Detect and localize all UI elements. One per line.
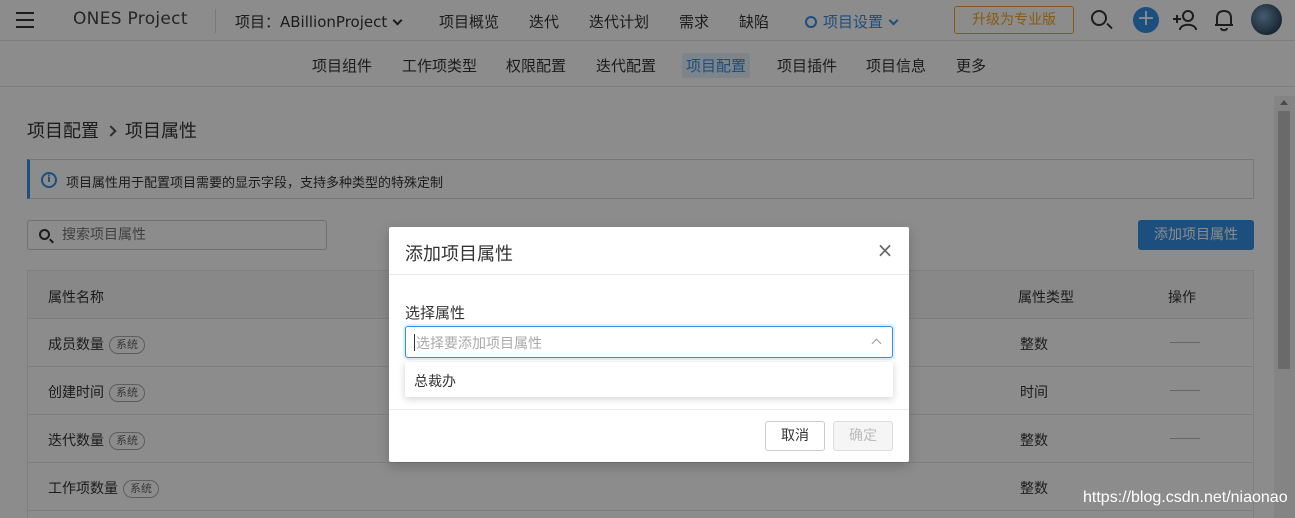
chevron-up-icon[interactable] <box>871 338 882 349</box>
text-cursor <box>414 334 415 351</box>
cancel-button[interactable]: 取消 <box>765 421 825 451</box>
confirm-button[interactable]: 确定 <box>833 421 893 451</box>
dialog-title: 添加项目属性 <box>405 244 513 265</box>
attribute-dropdown: 总裁办 <box>405 362 893 397</box>
select-attribute-label: 选择属性 <box>405 304 466 322</box>
dropdown-option[interactable]: 总裁办 <box>414 371 456 391</box>
dialog-divider <box>389 274 909 275</box>
dialog-footer-divider <box>389 409 909 410</box>
add-attribute-dialog: 添加项目属性 × 选择属性 选择要添加项目属性 总裁办 取消 确定 <box>389 227 909 462</box>
attribute-select[interactable]: 选择要添加项目属性 <box>405 326 893 358</box>
watermark-text: https://blog.csdn.net/niaonao <box>1083 489 1288 506</box>
select-placeholder: 选择要添加项目属性 <box>416 336 542 352</box>
close-icon[interactable]: × <box>876 240 894 260</box>
